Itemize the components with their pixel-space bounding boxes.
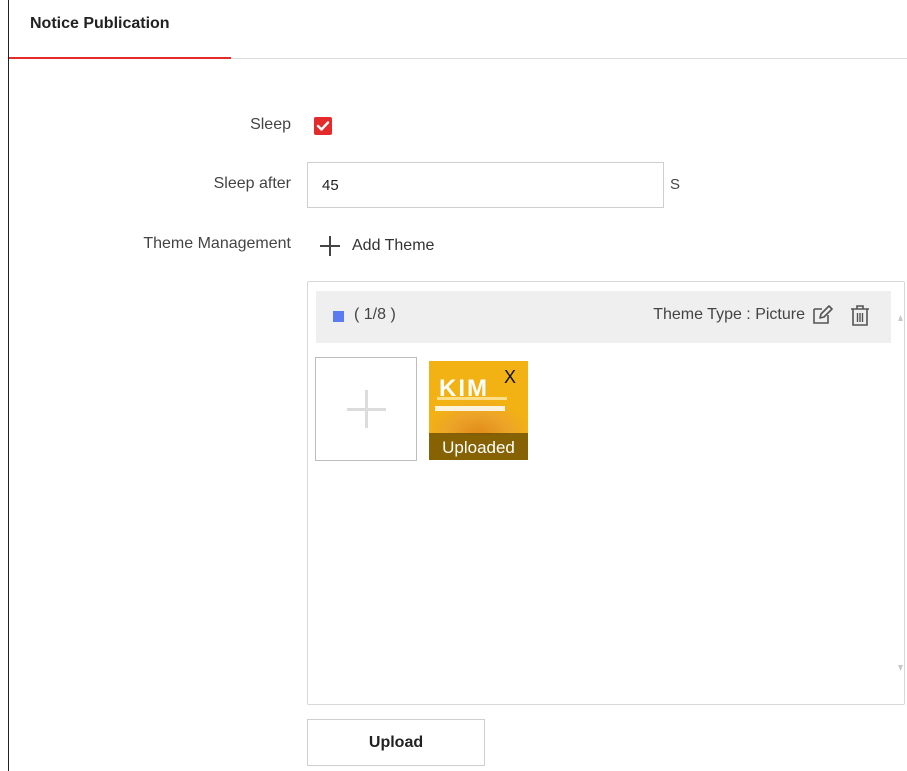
add-picture-tile[interactable] [315,357,417,461]
add-theme-button[interactable]: Add Theme [320,233,434,259]
theme-picture-thumbnail[interactable]: KIM Uploaded X [429,361,528,460]
sleep-after-input[interactable] [307,162,664,208]
theme-header[interactable]: ( 1/8 ) Theme Type : Picture [316,291,891,343]
sleep-checkbox[interactable] [314,117,332,135]
tab-label: Notice Publication [30,15,170,32]
thumbnail-text-line [435,406,505,411]
theme-panel: ( 1/8 ) Theme Type : Picture KIM Uploade… [307,281,905,705]
scroll-up-arrow-icon[interactable] [898,314,903,322]
tab-bar: Notice Publication [9,0,907,59]
add-theme-label: Add Theme [352,237,435,254]
theme-type-label: Theme Type : Picture [653,306,805,323]
remove-picture-button[interactable]: X [504,367,516,388]
tab-notice-publication[interactable]: Notice Publication [9,0,231,59]
sleep-after-label: Sleep after [213,175,291,192]
theme-color-swatch [333,311,344,322]
edit-icon[interactable] [811,304,833,326]
left-border [8,0,9,771]
scroll-down-arrow-icon[interactable] [898,664,903,672]
delete-icon[interactable] [849,304,871,326]
theme-index: ( 1/8 ) [354,306,396,323]
plus-icon [320,236,340,256]
sleep-label: Sleep [250,116,291,133]
upload-button[interactable]: Upload [307,719,485,766]
theme-management-label: Theme Management [143,235,291,252]
check-icon [316,121,330,131]
upload-status: Uploaded [442,438,515,457]
thumbnail-text-line [437,397,507,400]
sleep-after-unit: S [670,176,681,193]
